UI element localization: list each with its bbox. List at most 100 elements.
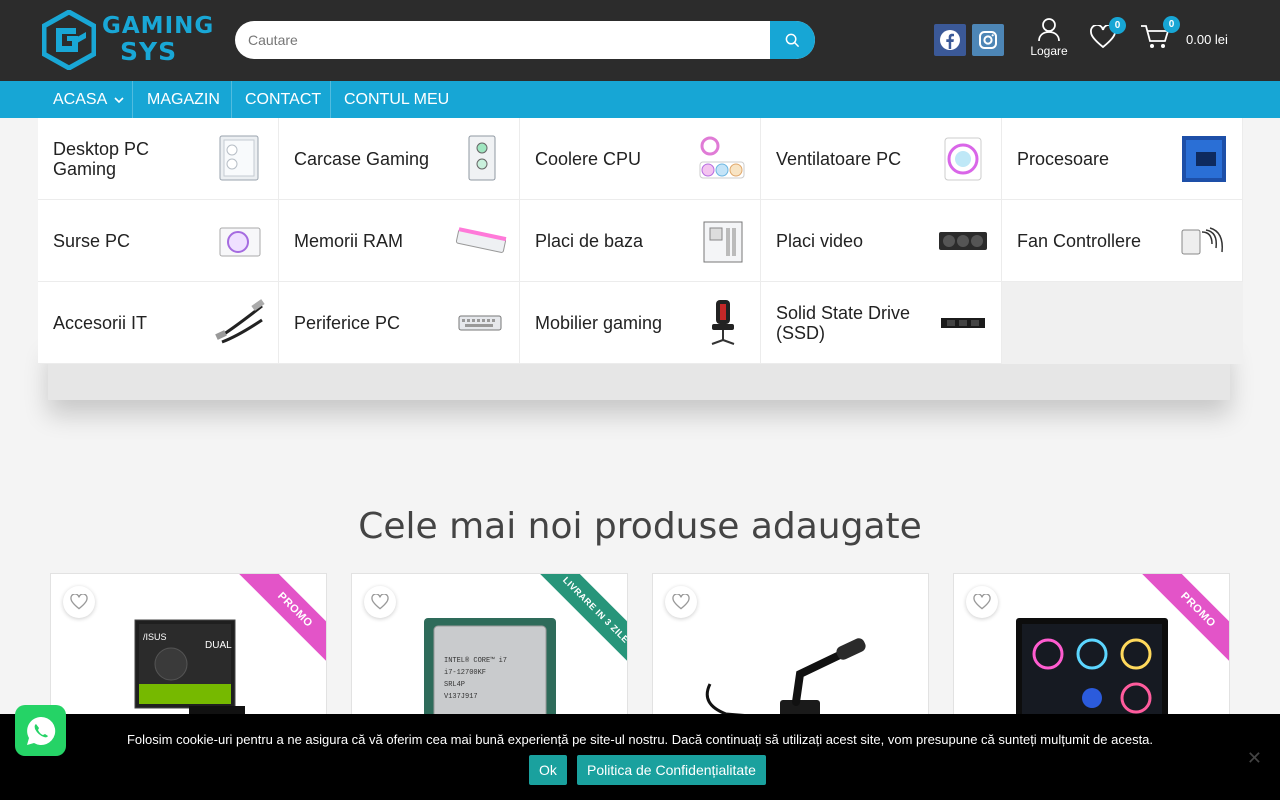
category-label: Memorii RAM [294, 230, 404, 251]
product-card[interactable] [652, 573, 929, 733]
logo-mark-icon [42, 10, 96, 70]
mega-menu: Desktop PC Gaming Carcase Gaming Coolere… [38, 118, 1243, 364]
category-label: Fan Controllere [1017, 230, 1142, 251]
wishlist-button[interactable]: 0 [1090, 17, 1126, 54]
mega-menu-empty-cell [1002, 282, 1243, 364]
whatsapp-icon [26, 716, 55, 745]
delivery-ribbon: LIVRARE IN 3 ZILE [531, 574, 627, 670]
category-label: Ventilatoare PC [776, 148, 902, 169]
category-label: Periferice PC [294, 312, 401, 333]
category-coolere-cpu[interactable]: Coolere CPU [520, 118, 761, 200]
whatsapp-button[interactable] [15, 705, 66, 756]
nav-item-label: CONTACT [245, 91, 322, 108]
microphone-image [705, 638, 866, 724]
ribbon-label: PROMO [232, 574, 326, 670]
add-to-wishlist-button[interactable] [966, 586, 998, 618]
case-icon [468, 135, 496, 181]
pc-case-icon [219, 135, 259, 181]
cpu-box-icon [1182, 136, 1226, 182]
category-label: Mobilier gaming [535, 312, 663, 333]
cart-total[interactable]: 0.00 lei [1186, 32, 1228, 47]
ssd-icon [941, 318, 985, 328]
ram-icon [455, 227, 507, 253]
category-placi-video[interactable]: Placi video [761, 200, 1002, 282]
nav-item-label: ACASA [53, 91, 107, 108]
keyboard-icon [458, 315, 502, 331]
privacy-policy-button[interactable]: Politica de Confidențialitate [577, 755, 766, 785]
ribbon-label: PROMO [1135, 574, 1229, 670]
category-mobilier-gaming[interactable]: Mobilier gaming [520, 282, 761, 364]
psu-icon [219, 227, 261, 257]
cookie-text: Folosim cookie-uri pentru a ne asigura c… [126, 732, 1154, 747]
svg-text:i7-12700KF: i7-12700KF [444, 669, 486, 677]
category-label: Coolere CPU [535, 148, 642, 169]
nav-item-label: CONTUL MEU [344, 91, 450, 108]
category-ssd[interactable]: Solid State Drive (SSD) [761, 282, 1002, 364]
category-label: Placi de baza [535, 230, 644, 251]
logo-text: GAMING SYS [102, 13, 215, 66]
search-icon [785, 33, 800, 47]
category-label: Carcase Gaming [294, 148, 430, 169]
cookie-ok-button[interactable]: Ok [529, 755, 567, 785]
product-card[interactable]: PROMO /ISUS DUAL [50, 573, 327, 733]
cart-button[interactable]: 0 [1140, 16, 1180, 55]
search-button[interactable] [770, 21, 815, 59]
cooler-icon [699, 136, 745, 179]
fan-controller-icon [1181, 227, 1223, 255]
user-icon [1038, 18, 1060, 42]
category-placi-de-baza[interactable]: Placi de baza [520, 200, 761, 282]
add-to-wishlist-button[interactable] [665, 586, 697, 618]
main-nav: ACASA MAGAZIN CONTACT CONTUL MEU [0, 81, 1280, 118]
close-icon[interactable]: ✕ [1247, 748, 1262, 769]
category-ventilatoare-pc[interactable]: Ventilatoare PC [761, 118, 1002, 200]
usb-cable-icon [215, 299, 265, 344]
nav-item-label: MAGAZIN [147, 91, 220, 108]
category-surse-pc[interactable]: Surse PC [38, 200, 279, 282]
category-label: Surse PC [53, 230, 131, 251]
instagram-link[interactable] [972, 24, 1004, 56]
add-to-wishlist-button[interactable] [63, 586, 95, 618]
svg-text:INTEL® CORE™ i7: INTEL® CORE™ i7 [444, 656, 507, 665]
heart-icon [973, 594, 991, 610]
svg-text:/ISUS: /ISUS [143, 632, 167, 642]
category-label: Procesoare [1017, 148, 1110, 169]
category-accesorii-it[interactable]: Accesorii IT [38, 282, 279, 364]
gaming-chair-icon [711, 300, 735, 345]
product-card[interactable]: LIVRARE IN 3 ZILE INTEL® CORE™ i7 i7-127… [351, 573, 628, 733]
nav-item-contact[interactable]: CONTACT [231, 81, 335, 118]
category-fan-controllere[interactable]: Fan Controllere [1002, 200, 1243, 282]
nav-item-magazin[interactable]: MAGAZIN [133, 81, 234, 118]
category-carcase-gaming[interactable]: Carcase Gaming [279, 118, 520, 200]
category-periferice-pc[interactable]: Periferice PC [279, 282, 520, 364]
search-input[interactable] [235, 21, 770, 59]
svg-text:DUAL: DUAL [205, 640, 232, 651]
instagram-icon [979, 31, 997, 49]
login-label: Logare [1030, 44, 1068, 58]
heart-icon [672, 594, 690, 610]
site-header: GAMING SYS Logare 0 0 0.00 lei [0, 0, 1280, 81]
add-to-wishlist-button[interactable] [364, 586, 396, 618]
cookie-banner: Folosim cookie-uri pentru a ne asigura c… [0, 714, 1280, 800]
nav-item-acasa[interactable]: ACASA [39, 81, 138, 118]
logo-line2: SYS [120, 37, 178, 66]
category-label: Placi video [776, 230, 864, 251]
login-link[interactable]: Logare [1027, 18, 1071, 58]
category-label: Accesorii IT [53, 312, 148, 333]
category-memorii-ram[interactable]: Memorii RAM [279, 200, 520, 282]
search-bar [235, 21, 815, 59]
svg-text:V137J917: V137J917 [444, 693, 478, 701]
section-title: Cele mai noi produse adaugate [358, 506, 922, 547]
logo-line1: GAMING [102, 13, 215, 39]
nav-item-contul-meu[interactable]: CONTUL MEU [330, 81, 463, 118]
category-desktop-pc-gaming[interactable]: Desktop PC Gaming [38, 118, 279, 200]
category-label: Desktop PC Gaming [53, 138, 150, 179]
brand-logo[interactable]: GAMING SYS [42, 10, 213, 70]
product-card[interactable]: PROMO [953, 573, 1230, 733]
gpu-icon [939, 232, 987, 250]
facebook-link[interactable] [934, 24, 966, 56]
svg-text:SRL4P: SRL4P [444, 681, 465, 689]
motherboard-icon [703, 221, 743, 263]
category-procesoare[interactable]: Procesoare [1002, 118, 1243, 200]
category-label: Solid State Drive (SSD) [776, 302, 911, 343]
promo-ribbon: PROMO [1133, 574, 1229, 670]
